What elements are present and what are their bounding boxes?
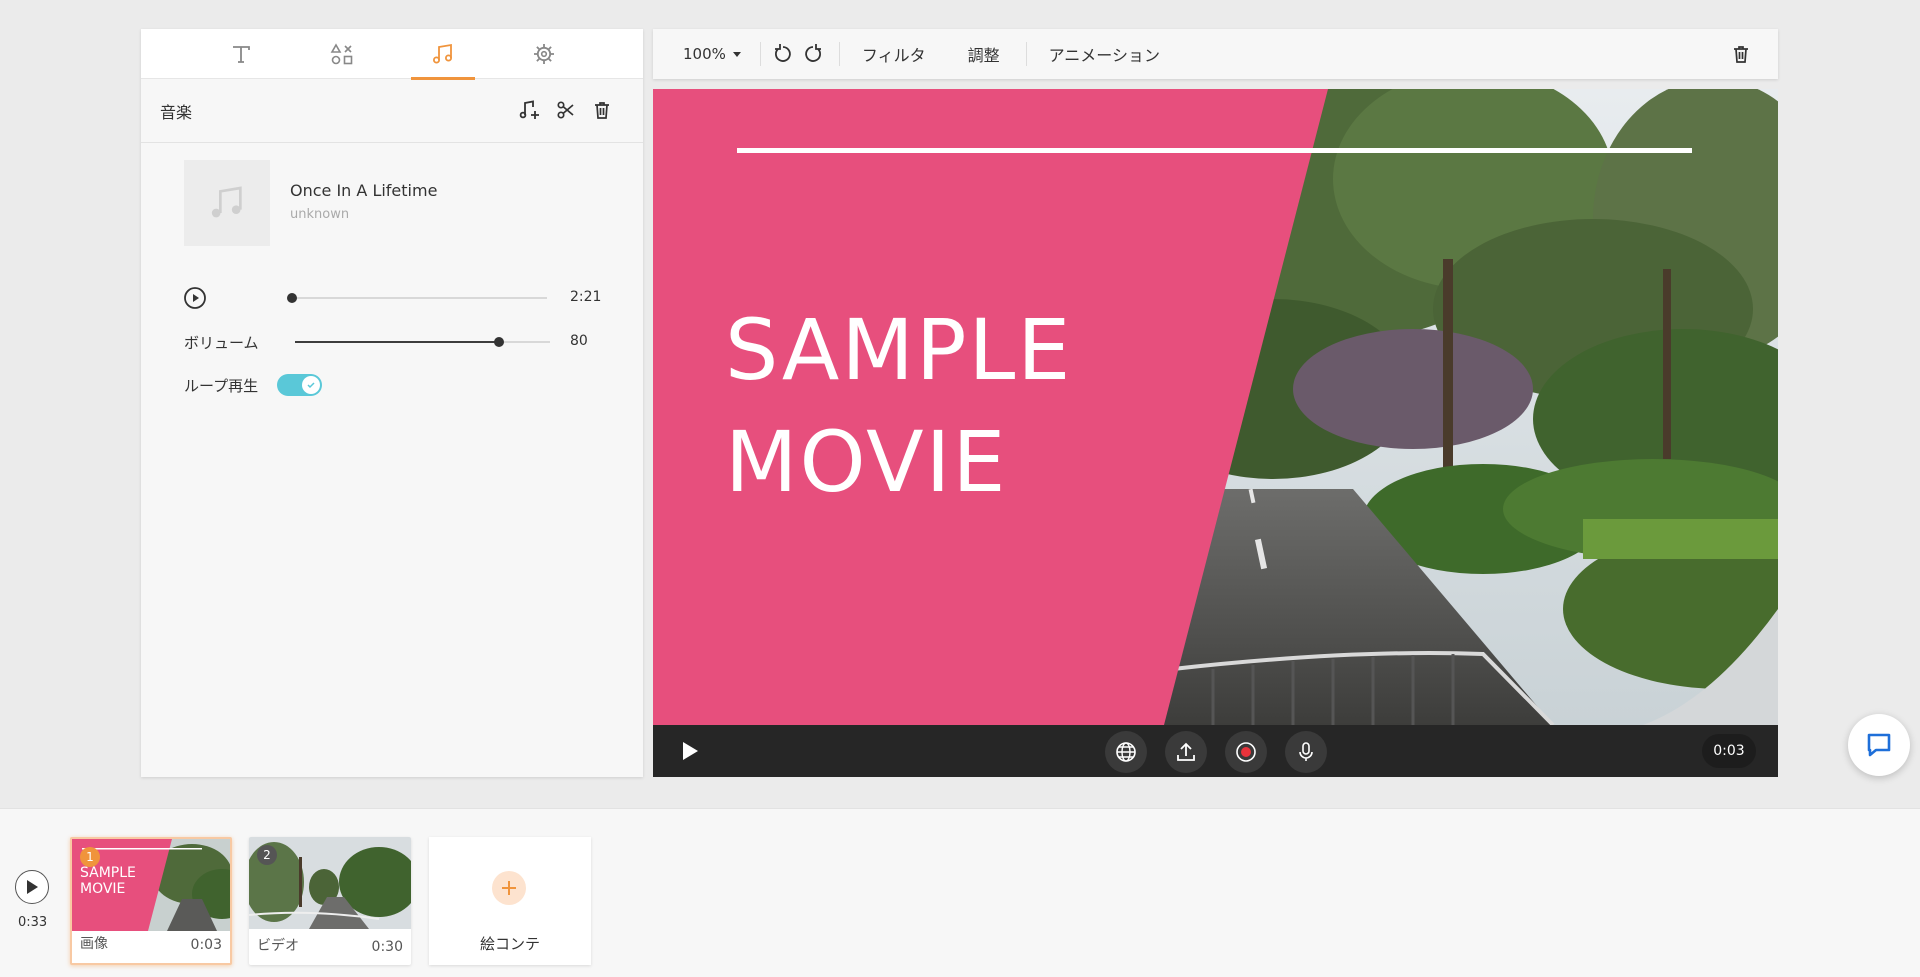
editor-toolbar: 100% フィルタ 調整 アニメーション (653, 29, 1778, 79)
tab-shapes[interactable] (310, 29, 374, 79)
record-button[interactable] (1225, 731, 1267, 773)
add-storyboard-button[interactable]: 絵コンテ (429, 837, 591, 965)
undo-button[interactable] (771, 42, 795, 66)
caret-down-icon (732, 52, 741, 57)
toggle-knob (302, 376, 320, 394)
music-note-icon (211, 186, 242, 218)
chat-bubble-icon (1867, 733, 1891, 757)
clip-type: ビデオ (257, 938, 299, 954)
plus-icon (502, 881, 516, 895)
loop-toggle[interactable] (277, 374, 322, 396)
tab-settings[interactable] (512, 29, 576, 79)
redo-button[interactable] (801, 42, 825, 66)
voice-record-button[interactable] (1285, 731, 1327, 773)
panel-header: 音楽 (141, 79, 643, 143)
playback-knob[interactable] (287, 293, 297, 303)
clip-1[interactable]: 1 SAMPLE MOVIE 画像 0:03 (70, 837, 232, 965)
panel-tabs (141, 29, 643, 80)
volume-slider[interactable] (295, 337, 550, 347)
adjust-button[interactable]: 調整 (968, 42, 1000, 66)
language-button[interactable] (1105, 731, 1147, 773)
globe-icon (1116, 742, 1136, 762)
trash-icon (1734, 46, 1748, 63)
track-title: Once In A Lifetime (290, 181, 438, 200)
zoom-select[interactable]: 100% (683, 45, 742, 63)
track-thumbnail (184, 160, 270, 246)
track-duration: 2:21 (570, 289, 602, 305)
volume-label: ボリューム (184, 333, 259, 352)
playback-slider[interactable] (287, 293, 547, 303)
volume-knob[interactable] (494, 337, 504, 347)
panel-title: 音楽 (160, 102, 193, 122)
play-icon (27, 880, 38, 894)
playback-row: 2:21 (184, 285, 604, 311)
add-music-icon (519, 100, 539, 119)
clip-thumb-text: SAMPLE MOVIE (80, 865, 136, 897)
title-rule-line (737, 148, 1692, 153)
text-icon (232, 46, 250, 63)
export-button[interactable] (1165, 731, 1207, 773)
play-circle-icon[interactable] (183, 286, 207, 310)
music-panel: 音楽 Once In A Lifetime unknown 2:21 ボリューム… (141, 29, 643, 777)
volume-value: 80 (570, 333, 588, 349)
clip-duration: 0:03 (190, 937, 222, 953)
filter-button[interactable]: フィルタ (862, 42, 926, 66)
clip-thumbnail: 2 (249, 837, 411, 929)
track-artist: unknown (290, 207, 350, 222)
canvas-headline[interactable]: SAMPLE MOVIE (725, 294, 1072, 518)
microphone-icon (1299, 742, 1313, 761)
add-circle (492, 871, 526, 905)
animation-button[interactable]: アニメーション (1049, 42, 1160, 66)
player-bar: 0:03 (653, 725, 1778, 777)
clip-number: 1 (80, 847, 100, 867)
delete-scene-button[interactable] (1729, 42, 1753, 66)
clip-type: 画像 (80, 936, 108, 952)
shapes-icon (330, 43, 352, 65)
add-music-button[interactable] (519, 99, 541, 121)
loop-label: ループ再生 (184, 376, 259, 395)
trash-icon (595, 102, 609, 119)
redo-icon (805, 44, 821, 62)
tab-music[interactable] (410, 29, 475, 80)
clip-thumbnail: 1 SAMPLE MOVIE (72, 839, 230, 931)
volume-fill (295, 341, 499, 343)
check-icon (307, 382, 315, 389)
settings-icon (533, 44, 554, 64)
tab-text[interactable] (209, 29, 273, 79)
toolbar-divider (759, 42, 761, 66)
clip-duration: 0:30 (371, 939, 403, 955)
zoom-value: 100% (683, 45, 726, 63)
music-icon (432, 43, 452, 64)
preview-canvas[interactable]: SAMPLE MOVIE (653, 89, 1778, 725)
clip-number: 2 (257, 845, 277, 865)
scissors-icon (557, 101, 574, 119)
current-time: 0:03 (1702, 734, 1756, 768)
clip-2[interactable]: 2 ビデオ 0:30 (249, 837, 411, 965)
upload-icon (1177, 742, 1195, 761)
volume-row: ボリューム 80 (184, 329, 604, 355)
preview-play-button[interactable] (679, 739, 701, 767)
record-icon (1236, 742, 1256, 762)
trim-button[interactable] (555, 99, 577, 121)
add-storyboard-label: 絵コンテ (479, 935, 540, 953)
toolbar-divider (1025, 42, 1027, 66)
storyboard-timeline: 0:33 1 SAMPLE MOVIE 画像 0:03 2 ビデオ 0:30 絵… (0, 808, 1920, 977)
delete-music-button[interactable] (591, 99, 613, 121)
loop-row: ループ再生 (184, 372, 604, 398)
toolbar-divider (838, 42, 840, 66)
timeline-play-button[interactable] (15, 870, 49, 904)
play-icon (683, 742, 698, 760)
total-duration: 0:33 (18, 915, 48, 930)
chat-support-button[interactable] (1848, 714, 1910, 776)
undo-icon (774, 44, 791, 62)
music-track: Once In A Lifetime unknown (184, 160, 624, 248)
